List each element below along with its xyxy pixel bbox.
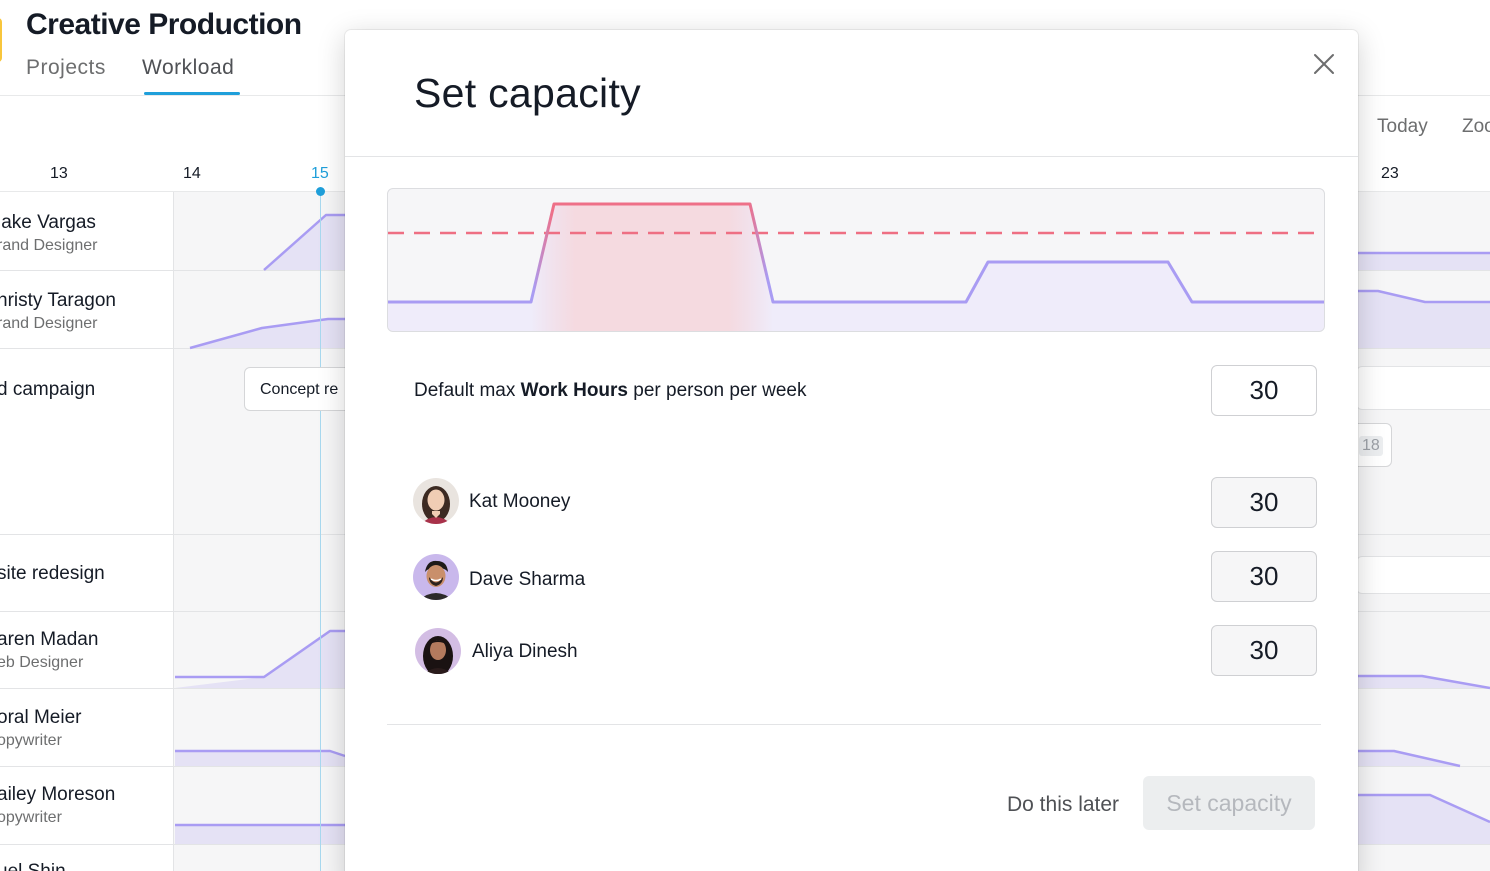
person-name: hristy Taragon bbox=[0, 290, 116, 311]
over-capacity-area bbox=[531, 204, 773, 331]
person-role: opywriter bbox=[0, 809, 62, 826]
avatar bbox=[413, 554, 459, 600]
today-marker-dot bbox=[316, 187, 325, 196]
dialog-title: Set capacity bbox=[414, 70, 641, 116]
set-capacity-button[interactable]: Set capacity bbox=[1143, 776, 1315, 830]
avatar bbox=[415, 628, 461, 674]
date-label: 13 bbox=[50, 165, 68, 182]
member-name: Dave Sharma bbox=[469, 569, 586, 590]
person-name: oral Meier bbox=[0, 707, 82, 728]
capacity-preview-chart bbox=[387, 188, 1325, 332]
person-role: rand Designer bbox=[0, 315, 98, 332]
today-marker-line bbox=[320, 192, 321, 871]
default-hours-label: Default max Work Hours per person per we… bbox=[414, 380, 807, 401]
project-name: site redesign bbox=[0, 563, 105, 584]
task-chip-count: 18 bbox=[1359, 436, 1383, 456]
person-name: uel Shin bbox=[0, 861, 66, 871]
member-hours-input[interactable] bbox=[1211, 625, 1317, 676]
task-chip[interactable] bbox=[1356, 366, 1490, 410]
dialog-header-divider bbox=[345, 156, 1358, 157]
close-icon bbox=[1314, 54, 1334, 74]
member-name: Kat Mooney bbox=[469, 491, 571, 512]
person-name: lake Vargas bbox=[0, 212, 96, 233]
person-name: aren Madan bbox=[0, 629, 99, 650]
date-label: 23 bbox=[1381, 165, 1399, 182]
date-label: 14 bbox=[183, 165, 201, 182]
set-capacity-dialog: Set capacity Default max Work Hours per … bbox=[345, 30, 1358, 871]
member-hours-input[interactable] bbox=[1211, 551, 1317, 602]
person-role: eb Designer bbox=[0, 654, 84, 671]
active-tab-indicator bbox=[144, 92, 240, 95]
workload-line bbox=[388, 202, 1324, 304]
do-this-later-button[interactable]: Do this later bbox=[995, 778, 1131, 832]
close-button[interactable] bbox=[1308, 48, 1340, 80]
workload-area bbox=[388, 204, 1324, 331]
zoom-button[interactable]: Zoo bbox=[1462, 116, 1490, 138]
project-name: d campaign bbox=[0, 379, 96, 400]
person-role: opywriter bbox=[0, 732, 62, 749]
project-icon bbox=[0, 18, 2, 62]
member-hours-input[interactable] bbox=[1211, 477, 1317, 528]
default-hours-input[interactable] bbox=[1211, 365, 1317, 416]
date-label-today: 15 bbox=[311, 165, 329, 182]
member-name: Aliya Dinesh bbox=[472, 641, 578, 662]
tab-projects[interactable]: Projects bbox=[26, 56, 106, 80]
person-role: rand Designer bbox=[0, 237, 98, 254]
task-chip[interactable] bbox=[1356, 556, 1490, 594]
person-name: ailey Moreson bbox=[0, 784, 116, 805]
project-title: Creative Production bbox=[26, 8, 302, 41]
dialog-footer-divider bbox=[387, 724, 1321, 725]
today-button[interactable]: Today bbox=[1377, 116, 1428, 138]
tab-workload[interactable]: Workload bbox=[142, 56, 234, 80]
avatar bbox=[413, 478, 459, 524]
